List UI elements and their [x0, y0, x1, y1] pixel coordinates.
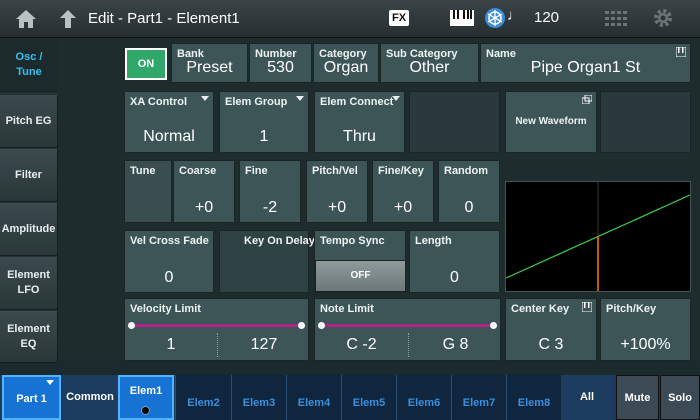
new-waveform-button[interactable]: New Waveform [505, 91, 597, 153]
random-field[interactable]: Random 0 [438, 160, 500, 223]
empty-slot [409, 91, 500, 153]
note-range-bar [322, 324, 493, 327]
sidebar-item-osc-tune[interactable]: Osc / Tune [0, 38, 58, 92]
elem-group-field[interactable]: Elem Group 1 [219, 91, 309, 153]
popup-window-icon [582, 95, 592, 104]
solo-button[interactable]: Solo [660, 375, 700, 420]
category-field[interactable]: Category Organ [313, 43, 379, 83]
fine-field[interactable]: Fine -2 [239, 160, 301, 223]
key-on-delay-label: Key On Delay [219, 230, 315, 293]
xa-control-field[interactable]: XA Control Normal [124, 91, 214, 153]
tab-elem2[interactable]: Elem2 [175, 375, 231, 420]
velocity-limit-field[interactable]: Velocity Limit 1 127 [124, 298, 309, 361]
sidebar-item-element-eq[interactable]: Element EQ [0, 311, 58, 363]
tab-elem8[interactable]: Elem8 [506, 375, 561, 420]
bottom-bar: Part 1 Common Elem1 Elem2 Elem3 Elem4 El… [0, 375, 700, 420]
dropdown-arrow-icon [392, 96, 400, 101]
number-field[interactable]: Number 530 [249, 43, 312, 83]
element-on-indicator [141, 406, 150, 415]
gear-icon[interactable] [652, 7, 674, 29]
pitch-key-field[interactable]: Pitch/Key +100% [600, 298, 691, 361]
keyboard-icon[interactable] [450, 10, 474, 26]
tab-elem6[interactable]: Elem6 [396, 375, 451, 420]
tab-elem4[interactable]: Elem4 [286, 375, 341, 420]
sidebar-item-element-lfo[interactable]: Element LFO [0, 257, 58, 310]
pitch-key-graph [505, 181, 691, 292]
sidebar-item-pitch-eg[interactable]: Pitch EG [0, 95, 58, 148]
tab-elem3[interactable]: Elem3 [231, 375, 286, 420]
velocity-low-handle[interactable] [128, 322, 135, 329]
waveform-name-field[interactable]: Name Pipe Organ1 St [480, 43, 691, 83]
tab-elem5[interactable]: Elem5 [341, 375, 396, 420]
sub-category-field[interactable]: Sub Category Other [380, 43, 479, 83]
elem-connect-field[interactable]: Elem Connect Thru [314, 91, 405, 153]
bank-field[interactable]: Bank Preset [171, 43, 248, 83]
pitch-vel-field[interactable]: Pitch/Vel +0 [306, 160, 368, 223]
note-high-handle[interactable] [490, 322, 497, 329]
note-limit-field[interactable]: Note Limit C -2 G 8 [314, 298, 501, 361]
fine-key-field[interactable]: Fine/Key +0 [372, 160, 434, 223]
back-up-arrow-icon[interactable] [58, 8, 78, 30]
keyboard-input-icon [676, 47, 686, 57]
velocity-range-bar [132, 324, 301, 327]
tab-elem1[interactable]: Elem1 [118, 375, 174, 420]
top-bar: Edit - Part1 - Element1 FX ♩ 120 [0, 0, 700, 38]
keyboard-input-icon [582, 302, 592, 312]
fx-badge[interactable]: FX [389, 10, 410, 26]
note-low-handle[interactable] [318, 322, 325, 329]
dropdown-arrow-icon [296, 96, 304, 101]
yamaha-logo-icon[interactable] [484, 7, 506, 29]
sidebar-item-amplitude[interactable]: Amplitude [0, 203, 58, 256]
dropdown-arrow-icon [46, 380, 54, 385]
quarter-note-icon: ♩ [507, 7, 522, 24]
tempo-sync-toggle[interactable]: OFF [315, 260, 406, 292]
vel-cross-fade-field[interactable]: Vel Cross Fade 0 [124, 230, 214, 293]
tune-section-label: Tune [124, 160, 172, 223]
sidebar: Osc / Tune Pitch EG Filter Amplitude Ele… [0, 38, 58, 363]
tempo-value[interactable]: 120 [534, 9, 559, 26]
home-icon[interactable] [14, 8, 38, 30]
length-field[interactable]: Length 0 [409, 230, 500, 293]
empty-slot [600, 91, 691, 153]
element-on-button[interactable]: ON [125, 48, 167, 80]
velocity-high-handle[interactable] [298, 322, 305, 329]
grid-menu-icon[interactable] [605, 11, 627, 27]
pitch-key-curve [505, 182, 691, 291]
tab-elem7[interactable]: Elem7 [451, 375, 506, 420]
page-title: Edit - Part1 - Element1 [88, 10, 240, 27]
mute-button[interactable]: Mute [616, 375, 659, 420]
all-tab[interactable]: All [561, 375, 613, 420]
common-tab[interactable]: Common [62, 375, 118, 420]
coarse-field[interactable]: Coarse +0 [173, 160, 235, 223]
sidebar-item-filter[interactable]: Filter [0, 149, 58, 202]
part-select-button[interactable]: Part 1 [2, 375, 61, 420]
center-key-field[interactable]: Center Key C 3 [505, 298, 597, 361]
dropdown-arrow-icon [201, 96, 209, 101]
